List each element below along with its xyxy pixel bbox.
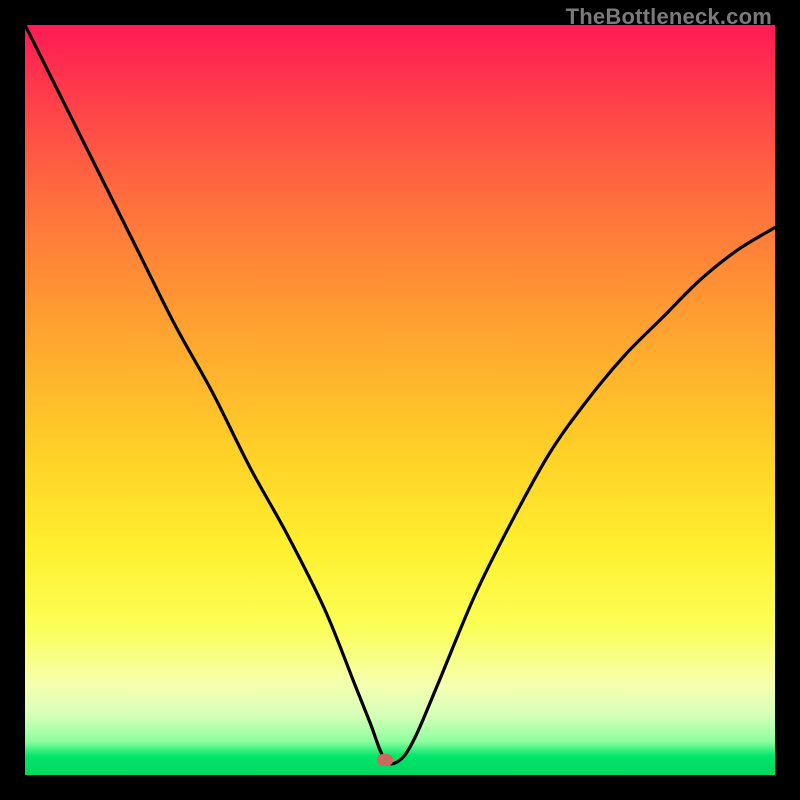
bottleneck-curve: [25, 25, 775, 775]
optimal-point-marker: [377, 754, 393, 766]
plot-area: [25, 25, 775, 775]
chart-frame: TheBottleneck.com: [0, 0, 800, 800]
